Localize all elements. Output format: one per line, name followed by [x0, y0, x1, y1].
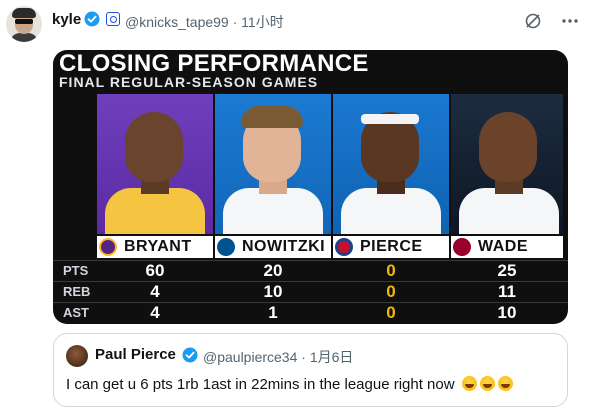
stat-value: 4 [150, 303, 160, 322]
quoted-tweet[interactable]: Paul Pierce @paulpierce34 · 1月6日 I can g… [53, 333, 568, 407]
stat-value: 20 [263, 261, 283, 280]
graphic-subtitle: FINAL REGULAR-SEASON GAMES [59, 74, 319, 90]
player-photo-wade [451, 94, 563, 234]
player-photo-pierce [333, 94, 449, 234]
more-options-icon[interactable] [560, 12, 580, 30]
stat-value: 0 [386, 261, 396, 280]
verified-badge-icon [182, 347, 198, 363]
laughing-emoji-icon [497, 376, 513, 391]
lakers-logo-icon [99, 238, 117, 256]
verified-badge-icon [84, 11, 100, 27]
author-name[interactable]: kyle [52, 11, 81, 28]
nameplate-wade: WADE [451, 236, 563, 258]
laughing-emoji-icon [461, 376, 477, 391]
player-name: WADE [478, 238, 528, 255]
laughing-emoji-icon [479, 376, 495, 391]
stat-value: 1 [268, 303, 278, 322]
heat-logo-icon [453, 238, 471, 256]
stat-value: 0 [386, 303, 396, 322]
quoted-author-name[interactable]: Paul Pierce [95, 346, 176, 363]
clippers-logo-icon [335, 238, 353, 256]
stat-value: 0 [386, 282, 396, 301]
stat-label: PTS [63, 263, 89, 278]
quoted-author-handle-and-date[interactable]: @paulpierce34 · 1月6日 [203, 347, 353, 367]
stat-value: 25 [497, 261, 517, 280]
stat-label: REB [63, 284, 91, 299]
player-photo-bryant [97, 94, 213, 234]
stat-row-pts: PTS 60 20 0 25 [53, 260, 568, 281]
stats-table: PTS 60 20 0 25 REB 4 10 0 11 AST 4 1 0 1… [53, 260, 568, 324]
subscription-badge-icon [106, 12, 120, 26]
author-avatar[interactable] [6, 6, 42, 42]
author-handle-and-time[interactable]: @knicks_tape99 · 11小时 [125, 12, 284, 32]
quoted-author-avatar[interactable] [66, 345, 88, 367]
stat-value: 11 [498, 282, 516, 301]
stats-graphic-image[interactable]: CLOSING PERFORMANCE FINAL REGULAR-SEASON… [53, 50, 568, 324]
grok-icon[interactable] [524, 12, 542, 30]
nameplate-nowitzki: NOWITZKI [215, 236, 331, 258]
stat-value: 10 [497, 303, 517, 322]
stat-value: 60 [145, 261, 165, 280]
tweet-header: kyle @knicks_tape99 · 11小时 [0, 0, 595, 44]
player-photo-nowitzki [215, 94, 331, 234]
mavericks-logo-icon [217, 238, 235, 256]
stat-row-ast: AST 4 1 0 10 [53, 302, 568, 323]
stat-label: AST [63, 305, 89, 320]
stat-value: 10 [263, 282, 283, 301]
nameplate-bryant: BRYANT [97, 236, 213, 258]
player-name: PIERCE [360, 238, 423, 255]
stat-value: 4 [150, 282, 160, 301]
quoted-tweet-text: I can get u 6 pts 1rb 1ast in 22mins in … [66, 376, 513, 393]
stat-row-reb: REB 4 10 0 11 [53, 281, 568, 302]
player-name: BRYANT [124, 238, 192, 255]
nameplate-pierce: PIERCE [333, 236, 449, 258]
player-name: NOWITZKI [242, 238, 326, 255]
